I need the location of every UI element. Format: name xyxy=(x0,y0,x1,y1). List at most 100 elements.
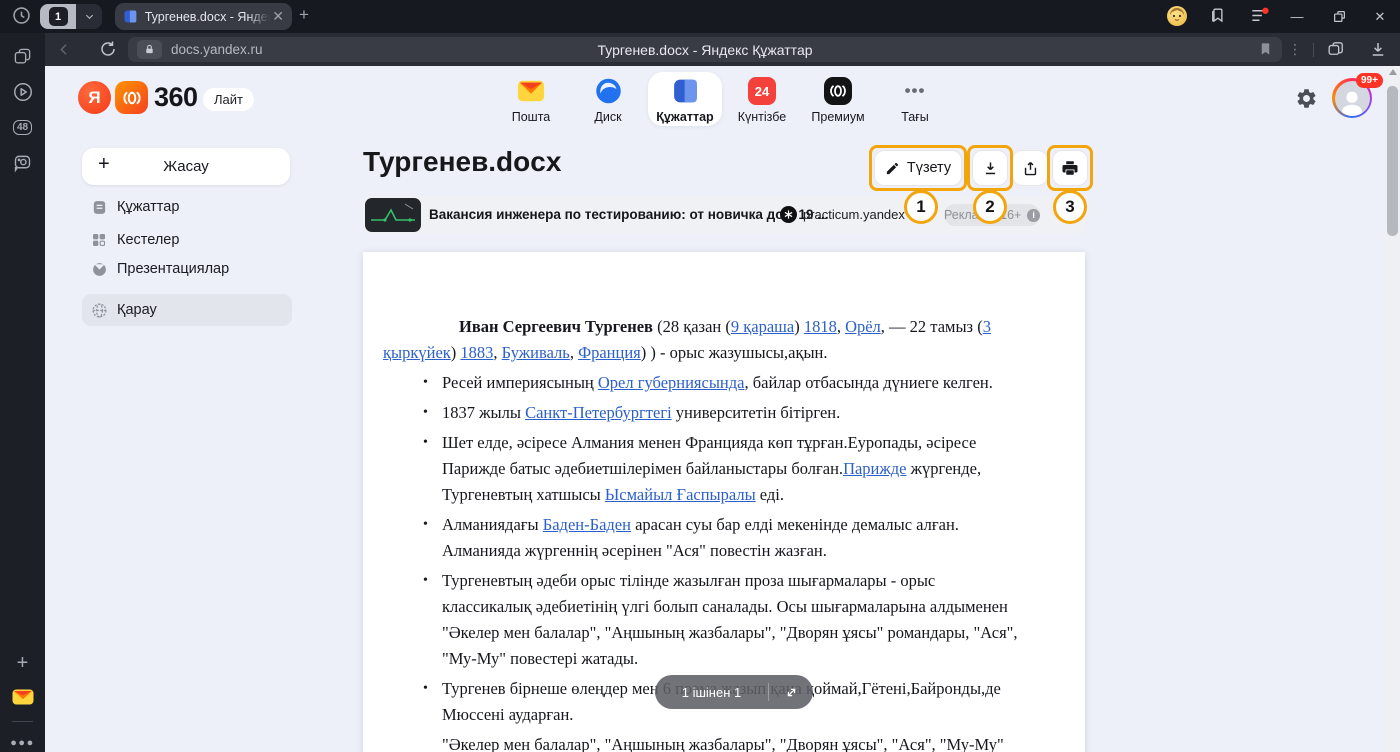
lock-icon[interactable] xyxy=(137,40,162,59)
side-panels-icon[interactable] xyxy=(1326,40,1345,59)
back-icon[interactable] xyxy=(55,40,74,59)
scrollbar[interactable] xyxy=(1385,66,1400,752)
bookmark-icon[interactable] xyxy=(1258,41,1273,57)
sidebar-item-documents[interactable]: Құжаттар xyxy=(82,192,292,222)
mail-shortcut-icon[interactable] xyxy=(0,684,45,710)
annotation-label-3: 3 xyxy=(1053,190,1087,224)
doc-paragraph-intro: Иван Сергеевич Тургенев (28 қазан (9 қар… xyxy=(383,314,1019,366)
premium-icon xyxy=(824,77,852,105)
speed-badge[interactable]: 48 xyxy=(0,114,45,140)
tables-icon xyxy=(90,231,108,249)
doc-link[interactable]: 1818 xyxy=(804,317,837,336)
annotation-box-3 xyxy=(1047,145,1093,191)
close-button[interactable]: ✕ xyxy=(1362,0,1398,33)
doc-link[interactable]: Орёл xyxy=(845,317,881,336)
overflow-dots-icon[interactable]: ●●● xyxy=(0,730,45,752)
more-vertical-icon[interactable]: ⋮ xyxy=(1288,41,1302,58)
divider xyxy=(12,721,33,722)
annotation-box-2 xyxy=(967,145,1013,191)
expand-icon[interactable] xyxy=(769,685,813,700)
doc-link[interactable]: Ысмайыл Ғаспыралы xyxy=(605,485,756,504)
document-title: Тургенев.docx xyxy=(363,146,561,178)
doc-bullet: Ресей империясының Орел губерниясында, б… xyxy=(423,370,1019,396)
browser-window: 1 Тургенев.docx - Яндек ✕ + — ✕ xyxy=(0,0,1400,752)
doc-bullet: Шет елде, әсіресе Алмания менен Францияд… xyxy=(423,430,1019,508)
screenshot-icon[interactable] xyxy=(0,149,45,175)
plus-icon: + xyxy=(98,153,110,176)
yandex-docs-app: Я 360 Лайт Пошта Диск Құжаттар 24 Күнтіз… xyxy=(45,66,1400,752)
doc-bullet: 1837 жылы Санкт-Петербургтегі университе… xyxy=(423,400,1019,426)
tab-group-count: 1 xyxy=(40,4,76,29)
browser-sidebar: 48 + ●●● xyxy=(0,33,45,752)
create-button[interactable]: + Жасау xyxy=(82,148,290,185)
docs-favicon xyxy=(123,9,138,24)
doc-bullet: Тургеневтың әдеби орыс тілінде жазылған … xyxy=(423,568,1019,672)
app-calendar[interactable]: 24 Күнтізбе xyxy=(725,74,799,126)
close-tab-icon[interactable]: ✕ xyxy=(272,8,284,25)
tab-group[interactable]: 1 xyxy=(40,4,102,29)
doc-link[interactable]: Буживаль xyxy=(502,343,570,362)
minimize-button[interactable]: — xyxy=(1279,0,1315,33)
app-disk[interactable]: Диск xyxy=(571,74,645,126)
ad-source: practicum.yandex xyxy=(803,207,905,222)
doc-link[interactable]: Франция xyxy=(578,343,641,362)
play-icon[interactable] xyxy=(0,79,45,105)
doc-bullet: Алманиядағы Баден-Баден арасан суы бар е… xyxy=(423,512,1019,564)
profile-avatar-small[interactable] xyxy=(1167,6,1187,26)
share-button[interactable] xyxy=(1012,150,1048,186)
notification-badge: 99+ xyxy=(1356,73,1383,88)
maximize-button[interactable] xyxy=(1321,0,1357,33)
annotation-label-1: 1 xyxy=(904,190,938,224)
browser-tab[interactable]: Тургенев.docx - Яндек ✕ xyxy=(115,3,292,30)
collections-icon[interactable] xyxy=(1208,6,1227,25)
new-tab-icon[interactable]: + xyxy=(299,5,309,25)
share-icon xyxy=(1022,160,1039,177)
docs-icon xyxy=(671,77,700,105)
doc-link[interactable]: Баден-Баден xyxy=(543,515,631,534)
doc-partial-line: "Әкелер мен балалар", "Аңшының жазбалары… xyxy=(383,732,1019,752)
app-premium[interactable]: Премиум xyxy=(801,74,875,126)
tab-title: Тургенев.docx - Яндек xyxy=(145,10,271,24)
page-indicator[interactable]: 1 ішінен 1 xyxy=(655,675,813,709)
doc-link[interactable]: 1883 xyxy=(460,343,493,362)
doc-link[interactable]: Санкт-Петербургтегі xyxy=(525,403,672,422)
calendar-icon: 24 xyxy=(748,77,776,105)
scrollbar-thumb[interactable] xyxy=(1387,86,1398,236)
annotation-label-2: 2 xyxy=(973,190,1007,224)
yandex-logo[interactable]: Я xyxy=(78,81,111,114)
tab-strip: 1 Тургенев.docx - Яндек ✕ + — ✕ xyxy=(0,0,1400,33)
app-mail[interactable]: Пошта xyxy=(494,74,568,126)
menu-icon[interactable] xyxy=(1250,7,1269,24)
tab-group-chevron-icon[interactable] xyxy=(76,4,102,29)
presentations-icon xyxy=(90,260,108,278)
address-bar: docs.yandex.ru Тургенев.docx - Яндекс Құ… xyxy=(45,33,1400,66)
doc-link[interactable]: Парижде xyxy=(843,459,906,478)
practicum-logo-icon xyxy=(780,206,797,223)
app-docs[interactable]: Құжаттар xyxy=(648,74,722,126)
logo-360-text: 360 xyxy=(154,82,198,113)
history-icon[interactable] xyxy=(11,5,32,26)
add-panel-icon[interactable]: + xyxy=(0,650,45,676)
tabs-panel-icon[interactable] xyxy=(0,43,45,69)
lite-badge: Лайт xyxy=(203,88,254,111)
sidebar-item-presentations[interactable]: Презентациялар xyxy=(82,254,292,284)
sidebar-item-view[interactable]: Қарау xyxy=(82,294,292,326)
annotation-box-1 xyxy=(869,145,967,191)
doc-link[interactable]: 9 қараша xyxy=(731,317,794,336)
app-more[interactable]: ••• Тағы xyxy=(878,74,952,126)
info-icon[interactable]: i xyxy=(1027,209,1040,222)
reload-icon[interactable] xyxy=(99,40,117,58)
document-icon xyxy=(90,198,108,216)
mail-icon xyxy=(516,77,546,105)
scrollbar-up-arrow[interactable] xyxy=(1389,69,1397,75)
sidebar-item-tables[interactable]: Кестелер xyxy=(82,225,292,255)
downloads-icon[interactable] xyxy=(1369,40,1387,58)
url-field[interactable]: docs.yandex.ru Тургенев.docx - Яндекс Құ… xyxy=(128,37,1282,62)
yandex-360-icon[interactable] xyxy=(115,81,148,114)
doc-link[interactable]: Орел губерниясында xyxy=(598,373,745,392)
gear-icon[interactable] xyxy=(1295,87,1318,110)
url-text: docs.yandex.ru xyxy=(171,42,263,57)
disk-icon xyxy=(594,77,623,105)
globe-icon xyxy=(90,301,108,319)
page-title-center: Тургенев.docx - Яндекс Құжаттар xyxy=(128,42,1282,58)
